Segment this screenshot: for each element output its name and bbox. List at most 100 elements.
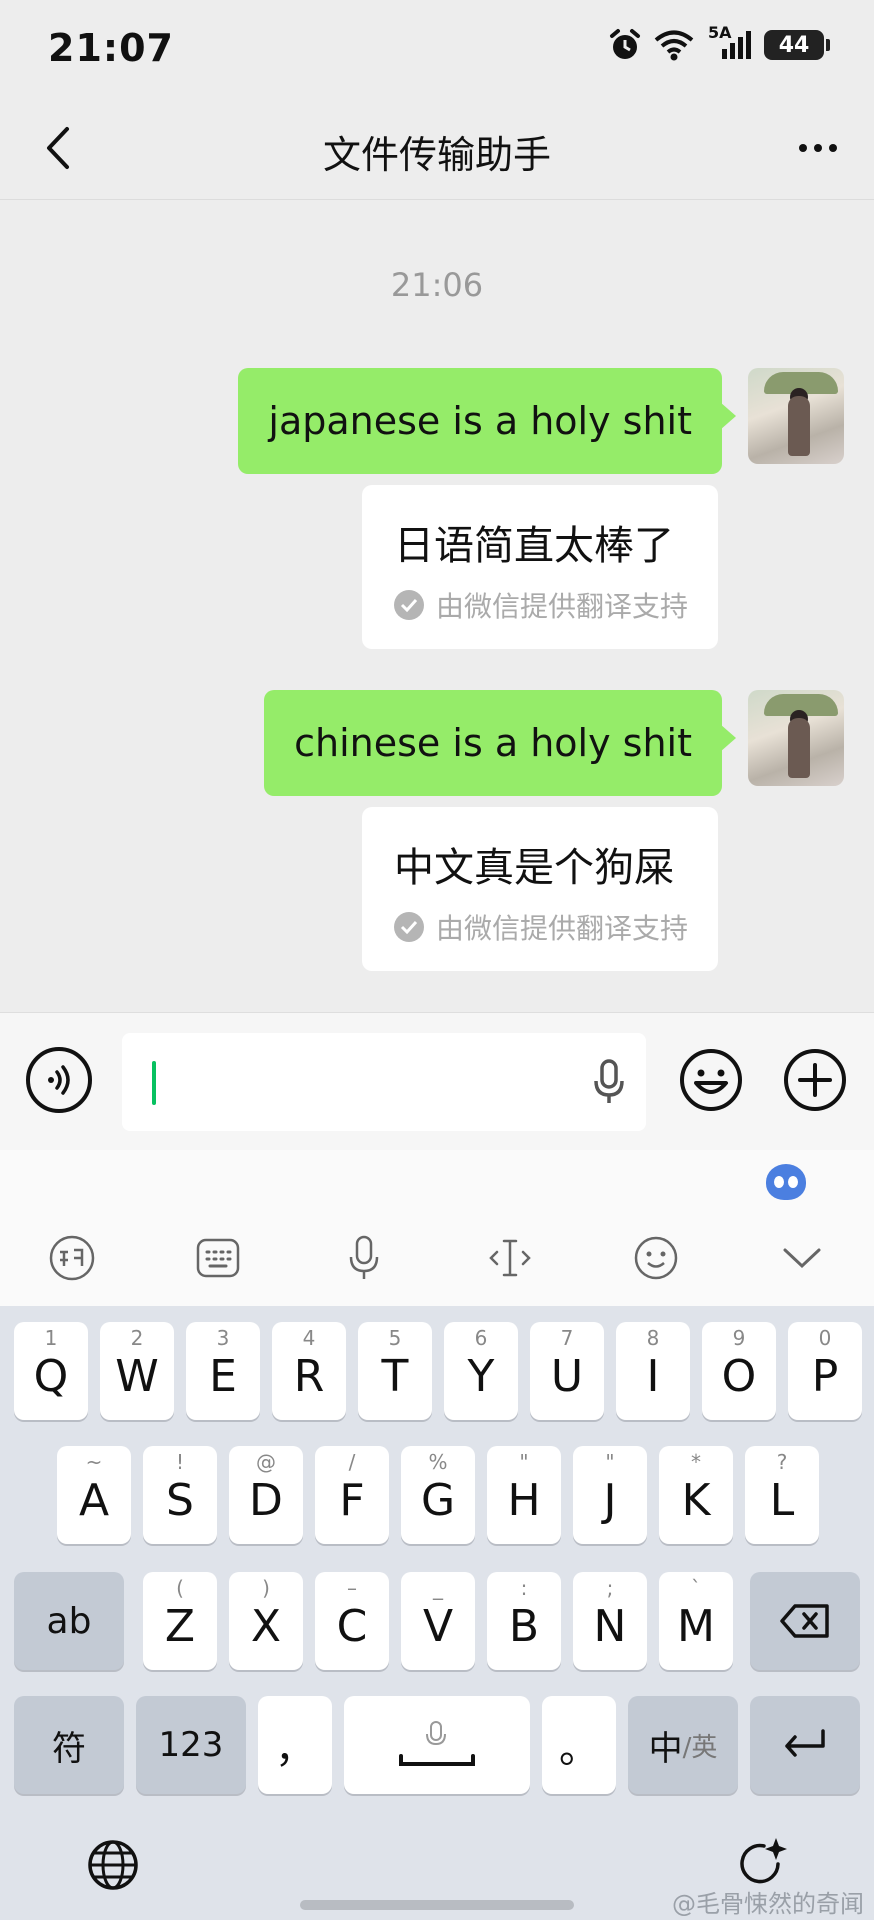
status-bar: 21:07 5A 44 bbox=[0, 0, 874, 96]
key-label: J bbox=[603, 1474, 617, 1526]
key-y[interactable]: 6Y bbox=[444, 1322, 518, 1420]
key-k[interactable]: * K bbox=[659, 1446, 733, 1544]
text-cursor bbox=[152, 1061, 156, 1105]
microphone-icon[interactable] bbox=[594, 1059, 624, 1105]
symbol-key[interactable]: 符 bbox=[14, 1696, 124, 1794]
language-switch-key[interactable]: 中/英 bbox=[628, 1696, 738, 1794]
key-hint: ? bbox=[776, 1450, 788, 1474]
key-q[interactable]: 1Q bbox=[14, 1322, 88, 1420]
check-icon bbox=[393, 590, 424, 620]
key-t[interactable]: 5T bbox=[358, 1322, 432, 1420]
key-hint: % bbox=[428, 1450, 448, 1474]
key-label: B bbox=[508, 1600, 540, 1652]
more-options-button[interactable] bbox=[788, 122, 848, 174]
key-hint: ; bbox=[606, 1576, 614, 1600]
key-v[interactable]: _ V bbox=[401, 1572, 475, 1670]
shift-key[interactable]: ab bbox=[14, 1572, 124, 1670]
backspace-key[interactable] bbox=[750, 1572, 860, 1670]
key-hint: " bbox=[519, 1450, 529, 1474]
message-input[interactable] bbox=[122, 1033, 646, 1131]
number-key[interactable]: 123 bbox=[136, 1696, 246, 1794]
input-bar bbox=[0, 1012, 874, 1150]
key-j[interactable]: " J bbox=[573, 1446, 647, 1544]
sent-message-bubble[interactable]: chinese is a holy shit bbox=[264, 690, 736, 796]
key-p[interactable]: 0P bbox=[788, 1322, 862, 1420]
emoji-icon bbox=[634, 1236, 678, 1280]
key-i[interactable]: 8I bbox=[616, 1322, 690, 1420]
key-label: G bbox=[420, 1474, 456, 1526]
key-z[interactable]: (Z bbox=[143, 1572, 217, 1670]
period-key[interactable]: 。 bbox=[542, 1696, 616, 1794]
key-u[interactable]: 7U bbox=[530, 1322, 604, 1420]
key-g[interactable]: % G bbox=[401, 1446, 475, 1544]
key-c[interactable]: – C bbox=[315, 1572, 389, 1670]
key-hint: 2 bbox=[130, 1326, 144, 1350]
key-s[interactable]: ! S bbox=[143, 1446, 217, 1544]
comma-key[interactable]: ， bbox=[258, 1696, 332, 1794]
key-hint: – bbox=[347, 1576, 357, 1600]
ime-logo-button[interactable] bbox=[42, 1228, 102, 1288]
key-h[interactable]: " H bbox=[487, 1446, 561, 1544]
emoji-icon[interactable] bbox=[678, 1047, 744, 1113]
key-f[interactable]: / F bbox=[315, 1446, 389, 1544]
key-m[interactable]: ` M bbox=[659, 1572, 733, 1670]
voice-input-toggle-button[interactable] bbox=[26, 1047, 92, 1113]
key-x[interactable]: ) X bbox=[229, 1572, 303, 1670]
sent-message-bubble[interactable]: japanese is a holy shit bbox=[238, 368, 736, 474]
cursor-move-button[interactable] bbox=[480, 1228, 540, 1288]
key-a[interactable]: ~ A bbox=[57, 1446, 131, 1544]
more-dot-icon bbox=[829, 144, 837, 152]
chat-area[interactable]: 21:06 japanese is a holy shit 日语简直太棒了 由微… bbox=[0, 200, 874, 1012]
key-hint: ` bbox=[691, 1576, 701, 1600]
key-hint: 1 bbox=[44, 1326, 58, 1350]
key-label: F bbox=[339, 1474, 365, 1526]
alarm-icon bbox=[610, 29, 640, 59]
key-o[interactable]: 9O bbox=[702, 1322, 776, 1420]
plus-icon[interactable] bbox=[782, 1047, 848, 1113]
key-l[interactable]: ? L bbox=[745, 1446, 819, 1544]
more-dot-icon bbox=[799, 144, 807, 152]
globe-icon[interactable] bbox=[86, 1838, 140, 1892]
shift-key-label: ab bbox=[46, 1600, 92, 1642]
more-dot-icon bbox=[814, 144, 822, 152]
key-label: V bbox=[422, 1600, 454, 1652]
space-key[interactable] bbox=[344, 1696, 530, 1794]
translation-card[interactable]: 中文真是个狗屎 由微信提供翻译支持 bbox=[361, 807, 718, 971]
home-indicator[interactable] bbox=[300, 1900, 574, 1910]
period-key-label: 。 bbox=[559, 1726, 599, 1772]
hide-keyboard-button[interactable] bbox=[772, 1228, 832, 1288]
wifi-icon bbox=[654, 30, 694, 61]
translation-card[interactable]: 日语简直太棒了 由微信提供翻译支持 bbox=[361, 485, 718, 649]
key-w[interactable]: 2W bbox=[100, 1322, 174, 1420]
enter-key[interactable] bbox=[750, 1696, 860, 1794]
ime-emoji-button[interactable] bbox=[626, 1228, 686, 1288]
key-b[interactable]: :B bbox=[487, 1572, 561, 1670]
page-title: 文件传输助手 bbox=[322, 133, 551, 177]
key-hint: 7 bbox=[560, 1326, 574, 1350]
message-row: japanese is a holy shit bbox=[238, 368, 844, 474]
key-label: M bbox=[677, 1600, 715, 1652]
key-label: Q bbox=[33, 1350, 69, 1402]
keyboard-switch-button[interactable] bbox=[188, 1228, 248, 1288]
voice-wave-icon bbox=[48, 1065, 70, 1095]
key-e[interactable]: 3E bbox=[186, 1322, 260, 1420]
key-r[interactable]: 4R bbox=[272, 1322, 346, 1420]
nav-bar: 文件传输助手 bbox=[0, 96, 874, 200]
key-label: W bbox=[115, 1350, 159, 1402]
avatar[interactable] bbox=[748, 368, 844, 464]
key-d[interactable]: @ D bbox=[229, 1446, 303, 1544]
ime-assistant-icon[interactable] bbox=[766, 1164, 806, 1200]
message-row: chinese is a holy shit bbox=[264, 690, 844, 796]
ime-voice-button[interactable] bbox=[334, 1228, 394, 1288]
text-cursor-icon bbox=[489, 1239, 531, 1277]
key-n[interactable]: ; N bbox=[573, 1572, 647, 1670]
key-label: S bbox=[166, 1474, 194, 1526]
key-hint: _ bbox=[433, 1576, 443, 1600]
backspace-icon bbox=[780, 1604, 829, 1638]
status-icons: 5A 44 bbox=[608, 23, 830, 62]
avatar[interactable] bbox=[748, 690, 844, 786]
key-label: A bbox=[78, 1474, 110, 1526]
key-label: X bbox=[250, 1600, 282, 1652]
key-label: P bbox=[811, 1350, 839, 1402]
message-timestamp: 21:06 bbox=[390, 266, 484, 304]
